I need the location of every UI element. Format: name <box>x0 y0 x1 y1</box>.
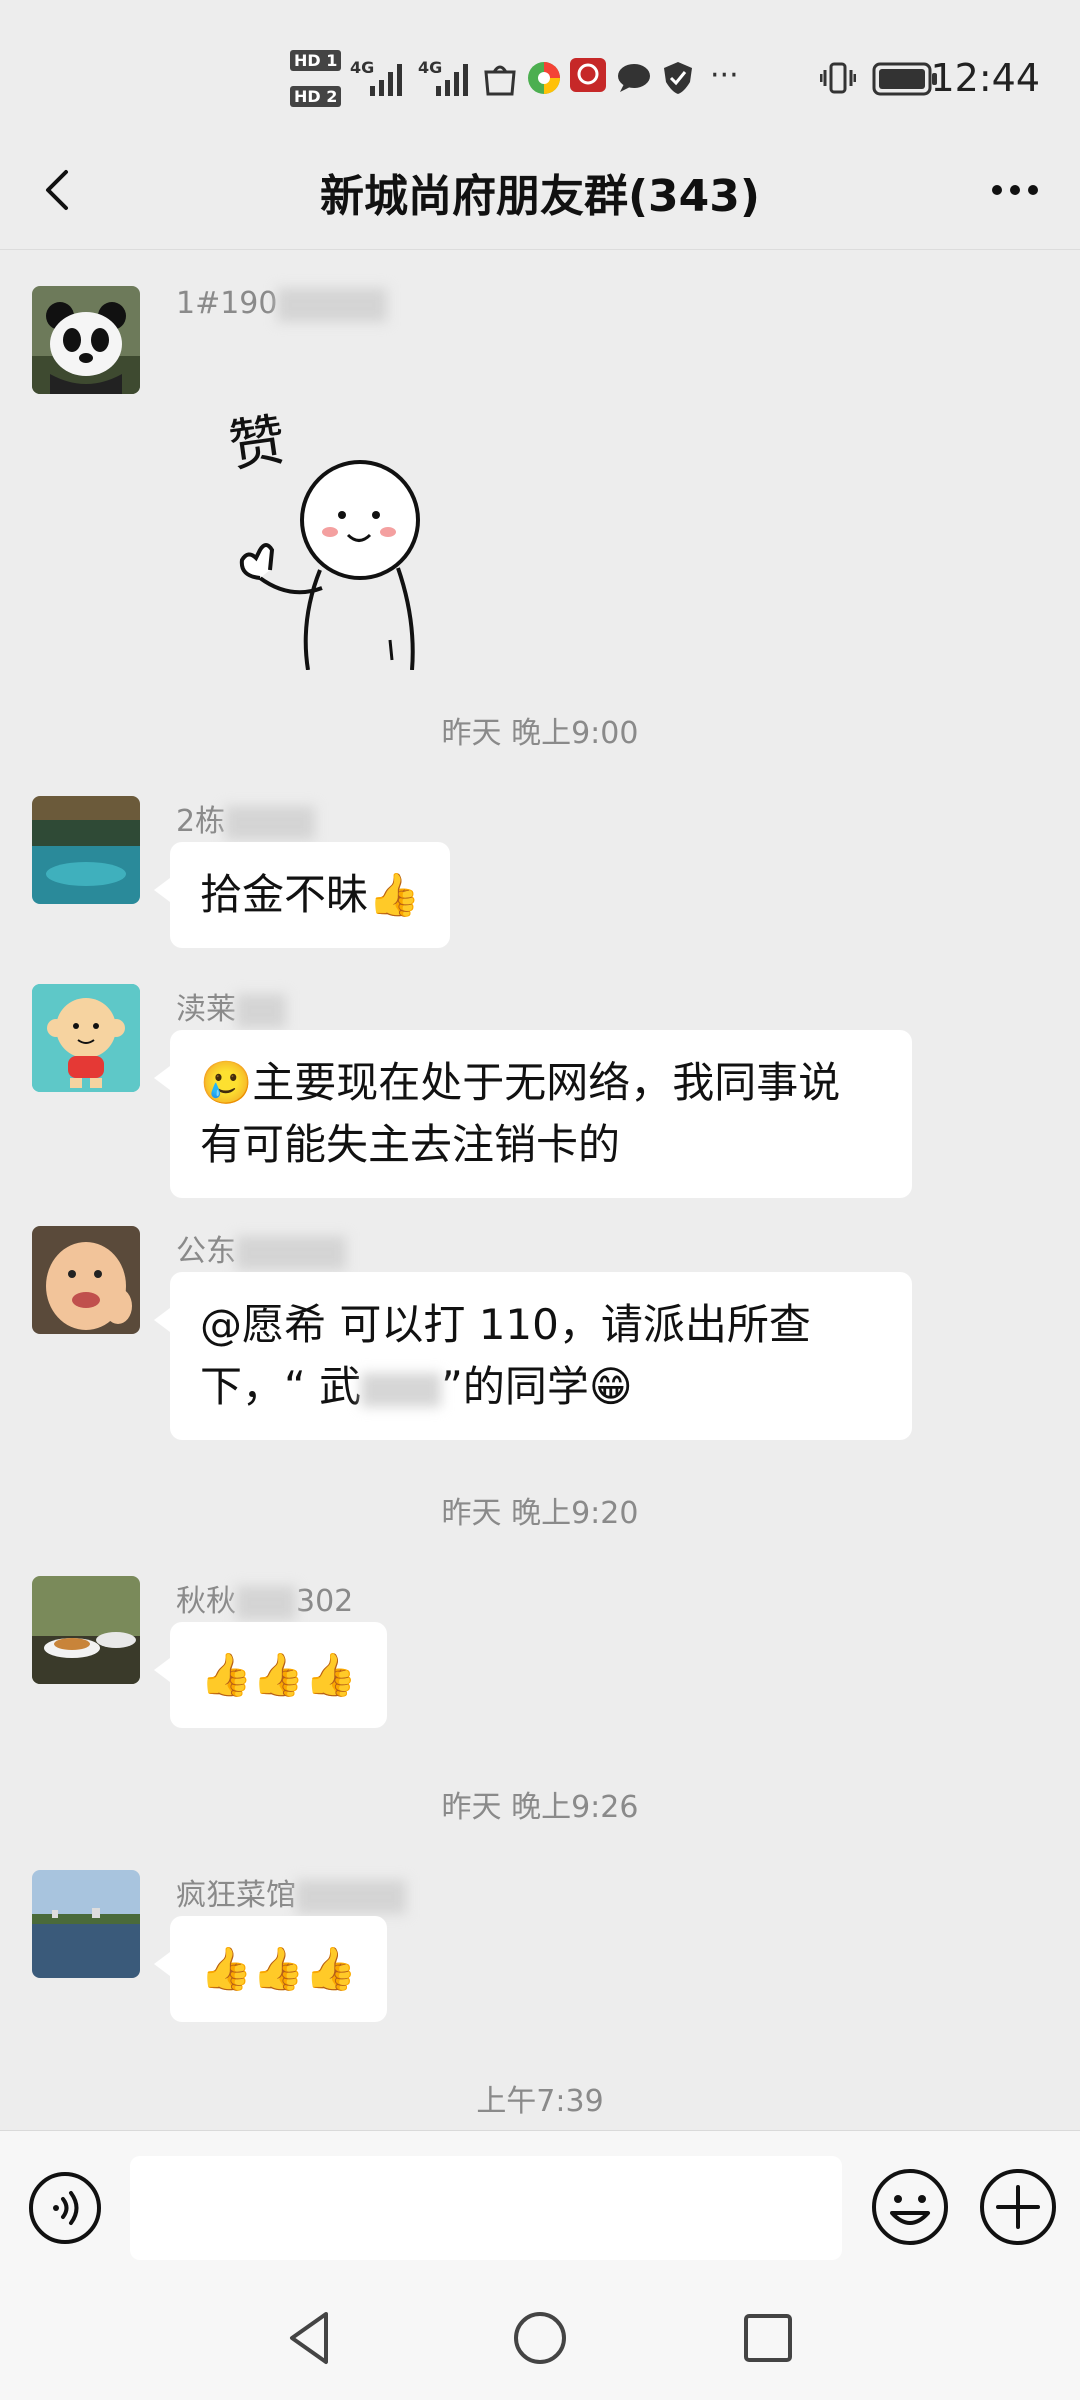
sender-name: 公东 <box>176 1226 346 1270</box>
message-bubble[interactable]: @愿希 可以打 110，请派出所查 下，“ 武 ”的同学😁 <box>154 1272 912 1440</box>
signal1-icon <box>370 64 402 96</box>
blurred-text <box>236 1585 296 1620</box>
timestamp: 上午7:39 <box>476 2084 604 2119</box>
voice-icon[interactable] <box>28 2171 102 2245</box>
timestamp: 昨天 晚上9:00 <box>441 716 639 751</box>
riverside-avatar-image <box>32 1870 140 1978</box>
blurred-text <box>361 1372 442 1407</box>
message-bubble[interactable]: 拾金不昧👍 <box>153 842 451 948</box>
tea-avatar-image <box>32 1576 140 1684</box>
vibrate-icon <box>820 62 856 94</box>
message-list[interactable]: 1#190 赞 昨天 晚上9:00 2栋 拾金不昧👍 渎莱 🥲主要现在处于无网络… <box>0 250 1080 2130</box>
battery-icon <box>872 62 937 96</box>
sender-name: 秋秋 302 <box>176 1584 354 1620</box>
sender-name: 渎莱 <box>176 984 286 1028</box>
nav-home-icon[interactable] <box>500 2298 580 2378</box>
message-bubble[interactable]: 🥲主要现在处于无网络，我同事说 有可能失主去注销卡的 <box>154 1030 912 1198</box>
shield-icon <box>664 62 692 94</box>
avatar-cartoon-kid[interactable] <box>32 984 140 1092</box>
sender-name: 2栋 <box>176 796 316 840</box>
thumbs-up-sticker[interactable]: 赞 <box>220 400 440 671</box>
system-nav-bar <box>0 2280 1080 2400</box>
chat-title: 新城尚府朋友群(343) <box>319 171 761 222</box>
avatar-lake[interactable] <box>32 796 140 904</box>
plus-icon[interactable] <box>978 2167 1058 2247</box>
signal2-icon <box>436 64 468 96</box>
avatar-riverside[interactable] <box>32 1870 140 1978</box>
hd2-badge: HD 2 <box>290 86 342 107</box>
bank-app-icon <box>570 58 606 92</box>
message-input[interactable] <box>130 2156 842 2260</box>
avatar-panda[interactable] <box>32 286 140 394</box>
sender-name: 疯狂菜馆 <box>176 1870 406 1914</box>
nav-back-icon[interactable] <box>270 2298 350 2378</box>
app-colorful-icon <box>528 62 560 94</box>
message-icon <box>618 64 650 92</box>
panda-avatar-image <box>32 286 140 394</box>
more-notifications: ··· <box>710 58 739 93</box>
message-bubble[interactable]: 👍👍👍 <box>154 1622 387 1728</box>
timestamp: 昨天 晚上9:20 <box>441 1496 639 1531</box>
status-bar: HD 1 HD 2 4G 4G ··· 12:44 <box>0 0 1080 150</box>
hd1-badge: HD 1 <box>290 50 342 71</box>
baby-avatar-image <box>32 1226 140 1334</box>
timestamp: 昨天 晚上9:26 <box>441 1790 639 1825</box>
blurred-text <box>236 993 286 1028</box>
blurred-text <box>236 1235 346 1270</box>
blurred-text <box>277 287 388 322</box>
nav-recents-icon[interactable] <box>728 2298 808 2378</box>
blurred-text <box>296 1879 406 1914</box>
emoji-icon[interactable] <box>870 2167 950 2247</box>
cartoon-kid-avatar-image <box>32 984 140 1092</box>
clock: 12:44 <box>930 56 1040 100</box>
input-bar <box>0 2130 1080 2280</box>
chat-header: 新城尚府朋友群(343) <box>0 130 1080 250</box>
message-bubble[interactable]: 👍👍👍 <box>154 1916 387 2022</box>
sender-name: 1#190 <box>176 286 388 322</box>
sticker-caption: 赞 <box>225 408 290 480</box>
more-dots-icon[interactable] <box>980 160 1050 220</box>
sticker-figure: 赞 <box>225 408 420 671</box>
avatar-tea[interactable] <box>32 1576 140 1684</box>
bag-icon <box>484 65 516 96</box>
avatar-baby[interactable] <box>32 1226 140 1334</box>
blurred-text <box>225 805 316 840</box>
lake-avatar-image <box>32 796 140 904</box>
